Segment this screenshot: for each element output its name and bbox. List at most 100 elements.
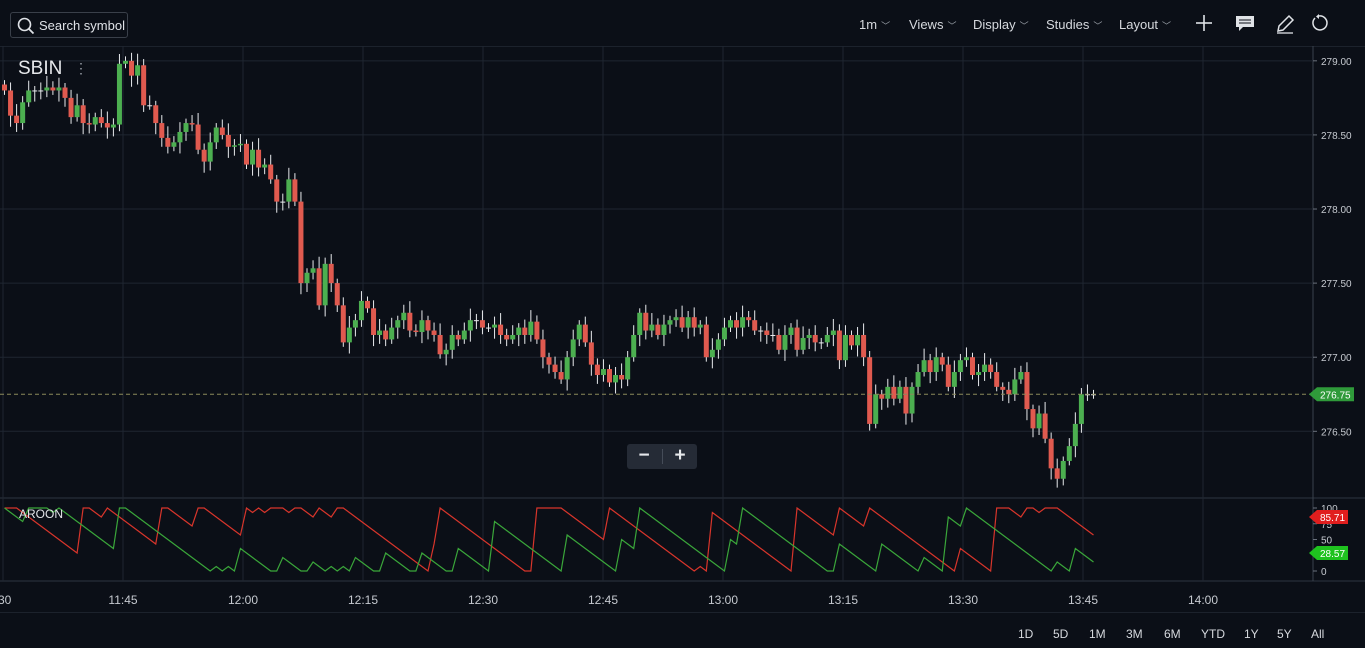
range-1y-button[interactable]: 1Y bbox=[1244, 627, 1259, 641]
candle-body bbox=[637, 312, 643, 335]
candle-body bbox=[534, 321, 540, 340]
views-menu[interactable]: Views ﹀ bbox=[909, 17, 956, 32]
time-tick-label: 13:00 bbox=[708, 593, 738, 607]
candle-body bbox=[298, 201, 304, 284]
candle-body bbox=[401, 312, 407, 321]
plus-icon[interactable] bbox=[1195, 14, 1213, 32]
candle-body bbox=[62, 87, 68, 98]
candle-body bbox=[104, 123, 110, 128]
search-symbol-box[interactable]: Search symbol bbox=[10, 12, 128, 38]
candle-body bbox=[945, 364, 951, 387]
candle-body bbox=[963, 357, 969, 361]
candle-body bbox=[685, 317, 691, 328]
candle-body bbox=[377, 330, 383, 335]
candle-body bbox=[1048, 438, 1054, 469]
candle-body bbox=[921, 360, 927, 373]
candle-body bbox=[552, 364, 558, 373]
price-tick-label: 278.50 bbox=[1321, 131, 1352, 142]
range-all-button[interactable]: All bbox=[1311, 627, 1324, 641]
candle-body bbox=[812, 334, 818, 343]
candle-body bbox=[1054, 468, 1060, 479]
price-tick-label: 278.00 bbox=[1321, 205, 1352, 216]
candle-body bbox=[449, 334, 455, 350]
comment-icon[interactable] bbox=[1235, 14, 1255, 32]
candle-body bbox=[32, 90, 38, 92]
candle-body bbox=[607, 369, 612, 383]
aroon-down-value: 85.71 bbox=[1320, 513, 1345, 524]
candle-body bbox=[201, 149, 207, 162]
chevron-down-icon: ﹀ bbox=[1093, 21, 1103, 31]
candle-body bbox=[225, 134, 231, 147]
time-tick-label: 12:30 bbox=[468, 593, 498, 607]
candle-body bbox=[219, 127, 225, 135]
candle-body bbox=[867, 357, 873, 424]
studies-menu[interactable]: Studies ﹀ bbox=[1046, 17, 1102, 32]
pencil-icon[interactable] bbox=[1275, 14, 1295, 34]
range-ytd-button[interactable]: YTD bbox=[1201, 627, 1225, 641]
zoom-in-button[interactable]: + bbox=[663, 444, 697, 469]
candle-body bbox=[352, 320, 358, 328]
candle-body bbox=[304, 272, 310, 284]
interval-menu[interactable]: 1m ﹀ bbox=[859, 17, 890, 32]
candle-body bbox=[14, 115, 20, 124]
candle-body bbox=[383, 330, 389, 340]
candle-body bbox=[951, 372, 957, 387]
candle-body bbox=[988, 364, 994, 373]
candle-body bbox=[159, 123, 165, 138]
range-3m-button[interactable]: 3M bbox=[1126, 627, 1143, 641]
chevron-down-icon: ﹀ bbox=[881, 21, 891, 31]
candle-body bbox=[141, 65, 147, 106]
candle-body bbox=[1072, 423, 1078, 447]
candle-body bbox=[703, 324, 709, 358]
candle-body bbox=[643, 312, 649, 331]
candle-body bbox=[909, 386, 915, 414]
candle-body bbox=[752, 320, 758, 331]
candle-body bbox=[346, 327, 352, 343]
candle-body bbox=[479, 320, 485, 328]
candle-body bbox=[407, 312, 413, 331]
candle-body bbox=[244, 143, 249, 165]
candle-body bbox=[20, 102, 26, 124]
symbol-name[interactable]: SBIN bbox=[18, 58, 62, 80]
candle-body bbox=[522, 327, 528, 335]
symbol-options-icon[interactable]: ⋮ bbox=[74, 60, 88, 77]
range-1d-button[interactable]: 1D bbox=[1018, 627, 1033, 641]
candle-body bbox=[655, 324, 661, 335]
candle-body bbox=[1006, 389, 1012, 395]
candle-body bbox=[564, 357, 570, 380]
candle-body bbox=[437, 334, 443, 355]
display-label: Display bbox=[973, 17, 1016, 32]
candle-body bbox=[994, 372, 1000, 387]
candle-body bbox=[836, 330, 842, 361]
reset-icon[interactable] bbox=[1310, 14, 1328, 32]
last-price-value: 276.75 bbox=[1320, 390, 1351, 401]
candle-body bbox=[389, 327, 395, 340]
aroon-up-value: 28.57 bbox=[1320, 549, 1345, 560]
candle-body bbox=[419, 320, 425, 333]
range-6m-button[interactable]: 6M bbox=[1164, 627, 1181, 641]
price-chart[interactable]: 279.00 278.50 278.00 277.50 277.00 276.50:30 1… bbox=[0, 46, 1365, 612]
candle-body bbox=[873, 394, 879, 424]
aroon-indicator-label[interactable]: AROON bbox=[19, 507, 63, 521]
candle-body bbox=[897, 386, 903, 399]
range-5y-button[interactable]: 5Y bbox=[1277, 627, 1292, 641]
candle-body bbox=[740, 317, 746, 328]
candle-body bbox=[74, 105, 80, 118]
range-5d-button[interactable]: 5D bbox=[1053, 627, 1068, 641]
candle-body bbox=[594, 364, 600, 375]
layout-menu[interactable]: Layout ﹀ bbox=[1119, 17, 1171, 32]
studies-label: Studies bbox=[1046, 17, 1090, 32]
display-menu[interactable]: Display ﹀ bbox=[973, 17, 1029, 32]
candle-body bbox=[794, 327, 800, 350]
candle-body bbox=[976, 372, 982, 375]
candle-body bbox=[334, 283, 340, 306]
zoom-out-button[interactable]: − bbox=[627, 444, 661, 469]
candle-body bbox=[68, 97, 74, 118]
candle-body bbox=[510, 334, 516, 340]
candle-body bbox=[1012, 379, 1018, 395]
candle-body bbox=[286, 179, 292, 202]
range-1m-button[interactable]: 1M bbox=[1089, 627, 1106, 641]
candle-body bbox=[613, 374, 619, 383]
candle-body bbox=[661, 324, 667, 335]
candle-body bbox=[758, 330, 764, 332]
